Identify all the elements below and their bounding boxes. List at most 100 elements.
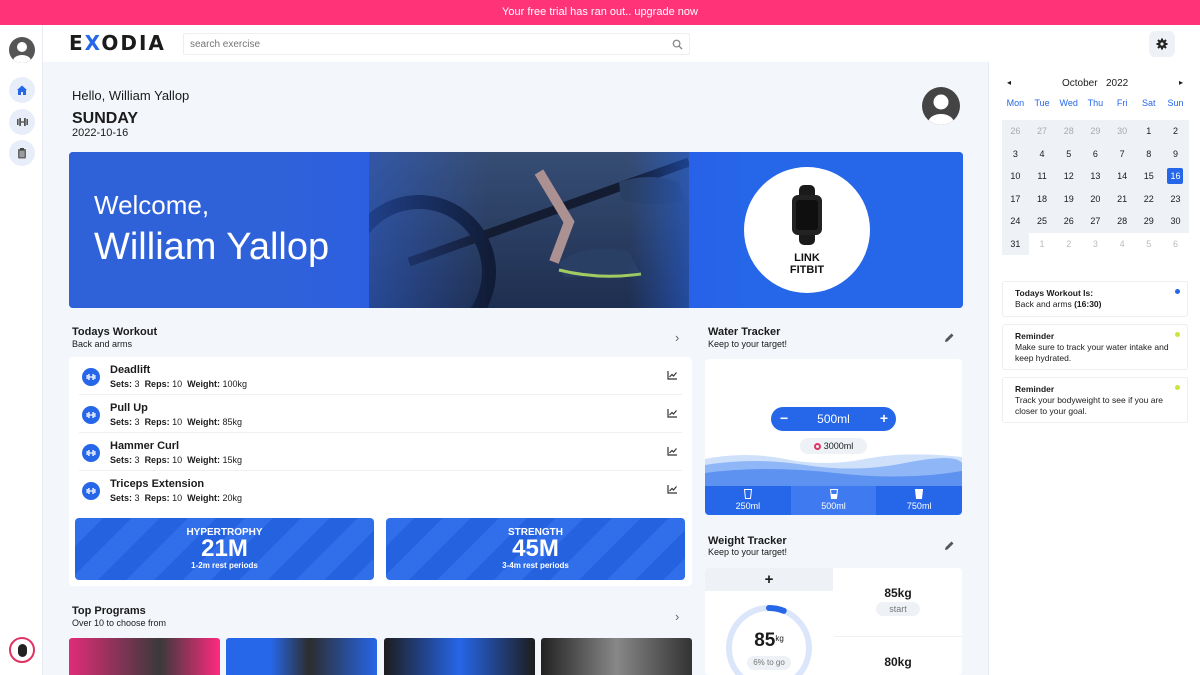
hypertrophy-card[interactable]: HYPERTROPHY 21M 1-2m rest periods <box>75 518 374 580</box>
calendar-day[interactable]: 23 <box>1162 187 1189 210</box>
cup-option[interactable]: 500ml <box>790 486 877 515</box>
calendar-day[interactable]: 12 <box>1055 165 1083 188</box>
cup-option[interactable]: 750ml <box>876 486 962 515</box>
calendar-day[interactable]: 17 <box>1002 187 1029 210</box>
program-card[interactable] <box>384 638 535 675</box>
calendar-day[interactable]: 31 <box>1002 232 1029 255</box>
calendar-day[interactable]: 26 <box>1002 120 1029 143</box>
calendar-day[interactable]: 5 <box>1135 232 1163 255</box>
weight-start-label: start <box>876 602 920 616</box>
calendar-day[interactable]: 30 <box>1162 210 1189 233</box>
weight-current: 85kg <box>754 630 784 651</box>
calendar-day[interactable]: 2 <box>1055 232 1083 255</box>
progress-chart-icon[interactable] <box>667 408 678 418</box>
calendar-day[interactable]: 4 <box>1028 142 1056 165</box>
program-card[interactable] <box>226 638 377 675</box>
calendar-day[interactable]: 20 <box>1082 187 1109 210</box>
strength-card[interactable]: STRENGTH 45M 3-4m rest periods <box>386 518 685 580</box>
calendar-day[interactable]: 10 <box>1002 165 1029 188</box>
note-weight-reminder[interactable]: Reminder Track your bodyweight to see if … <box>1002 377 1188 423</box>
water-amount-stepper[interactable]: − 500ml + <box>771 407 896 431</box>
calendar-day[interactable]: 13 <box>1082 165 1109 188</box>
calendar-day[interactable]: 28 <box>1108 210 1136 233</box>
home-icon <box>17 85 27 95</box>
exercise-row[interactable]: Pull Up Sets: 3 Reps: 10 Weight: 85kg <box>79 395 682 433</box>
search-icon[interactable] <box>672 39 683 50</box>
calendar-day[interactable]: 14 <box>1108 165 1136 188</box>
exercise-name: Deadlift <box>110 364 151 376</box>
nav-workouts-button[interactable] <box>9 109 35 135</box>
workout-card: Deadlift Sets: 3 Reps: 10 Weight: 100kg … <box>69 357 692 586</box>
calendar-day[interactable]: 1 <box>1028 232 1056 255</box>
edit-water-pencil-icon[interactable] <box>944 332 955 343</box>
calendar-day[interactable]: 5 <box>1055 142 1083 165</box>
nav-clipboard-button[interactable] <box>9 140 35 166</box>
programs-chevron-right-icon[interactable]: › <box>675 609 679 624</box>
calendar-day[interactable]: 21 <box>1108 187 1136 210</box>
calendar-day[interactable]: 27 <box>1082 210 1109 233</box>
link-fitbit-button[interactable]: LINK FITBIT <box>744 167 870 293</box>
calendar-day[interactable]: 26 <box>1055 210 1083 233</box>
calendar-weekday: Fri <box>1116 98 1128 108</box>
progress-chart-icon[interactable] <box>667 446 678 456</box>
calendar-day[interactable]: 3 <box>1082 232 1109 255</box>
program-card[interactable] <box>541 638 692 675</box>
calendar-weekday: Wed <box>1059 98 1078 108</box>
avatar-icon <box>928 94 954 125</box>
calendar-day[interactable]: 4 <box>1108 232 1136 255</box>
calendar-weekday: Sun <box>1167 98 1184 108</box>
workout-chevron-right-icon[interactable]: › <box>675 330 679 345</box>
user-avatar[interactable] <box>9 37 35 63</box>
calendar-day[interactable]: 11 <box>1028 165 1056 188</box>
search-box[interactable] <box>183 33 690 55</box>
progress-chart-icon[interactable] <box>667 370 678 380</box>
calendar-header: ◂ October 2022 ▸ <box>989 78 1200 92</box>
calendar-day[interactable]: 25 <box>1028 210 1056 233</box>
edit-weight-pencil-icon[interactable] <box>944 540 955 551</box>
calendar-day[interactable]: 7 <box>1108 142 1136 165</box>
water-increase-button[interactable]: + <box>880 410 888 426</box>
stat-sub: 1-2m rest periods <box>191 561 258 570</box>
exercise-row[interactable]: Triceps Extension Sets: 3 Reps: 10 Weigh… <box>79 471 682 509</box>
exercise-row[interactable]: Hammer Curl Sets: 3 Reps: 10 Weight: 15k… <box>79 433 682 471</box>
calendar-day[interactable]: 8 <box>1135 142 1163 165</box>
water-wave <box>705 454 962 487</box>
calendar-day[interactable]: 3 <box>1002 142 1029 165</box>
search-input[interactable] <box>190 34 660 54</box>
calendar-day[interactable]: 29 <box>1082 120 1109 143</box>
calendar-day[interactable]: 6 <box>1162 232 1189 255</box>
calendar-day[interactable]: 1 <box>1135 120 1163 143</box>
progress-chart-icon[interactable] <box>667 484 678 494</box>
fitbit-label-1: LINK <box>794 252 820 264</box>
calendar-day[interactable]: 2 <box>1162 120 1189 143</box>
calendar-day[interactable]: 9 <box>1162 142 1189 165</box>
exercise-row[interactable]: Deadlift Sets: 3 Reps: 10 Weight: 100kg <box>79 357 682 395</box>
profile-avatar[interactable] <box>922 87 960 125</box>
calendar-day[interactable]: 29 <box>1135 210 1163 233</box>
calendar-day[interactable]: 18 <box>1028 187 1056 210</box>
calendar-day[interactable]: 19 <box>1055 187 1083 210</box>
calendar-day[interactable]: 22 <box>1135 187 1163 210</box>
settings-button[interactable] <box>1149 31 1175 57</box>
note-todays-workout[interactable]: Todays Workout Is: Back and arms (16:30) <box>1002 281 1188 317</box>
add-weight-button[interactable]: + <box>705 568 833 591</box>
calendar-day[interactable]: 16 <box>1162 165 1189 188</box>
calendar-day[interactable]: 24 <box>1002 210 1029 233</box>
cup-option[interactable]: 250ml <box>705 486 791 515</box>
prev-month-arrow-icon[interactable]: ◂ <box>1007 78 1011 87</box>
calendar-day[interactable]: 28 <box>1055 120 1083 143</box>
workout-title: Todays Workout <box>72 326 158 338</box>
nav-home-button[interactable] <box>9 77 35 103</box>
calendar-day[interactable]: 6 <box>1082 142 1109 165</box>
calendar-day[interactable]: 30 <box>1108 120 1136 143</box>
exodia-logo[interactable]: EXODIA <box>69 31 166 55</box>
weight-title: Weight Tracker <box>708 535 787 547</box>
calendar-day[interactable]: 27 <box>1028 120 1056 143</box>
trial-banner[interactable]: Your free trial has ran out.. upgrade no… <box>0 0 1200 25</box>
program-card[interactable] <box>69 638 220 675</box>
trial-banner-text[interactable]: Your free trial has ran out.. upgrade no… <box>502 6 698 18</box>
calendar-day[interactable]: 15 <box>1135 165 1163 188</box>
help-button[interactable] <box>9 637 35 663</box>
next-month-arrow-icon[interactable]: ▸ <box>1179 78 1183 87</box>
note-water-reminder[interactable]: Reminder Make sure to track your water in… <box>1002 324 1188 370</box>
